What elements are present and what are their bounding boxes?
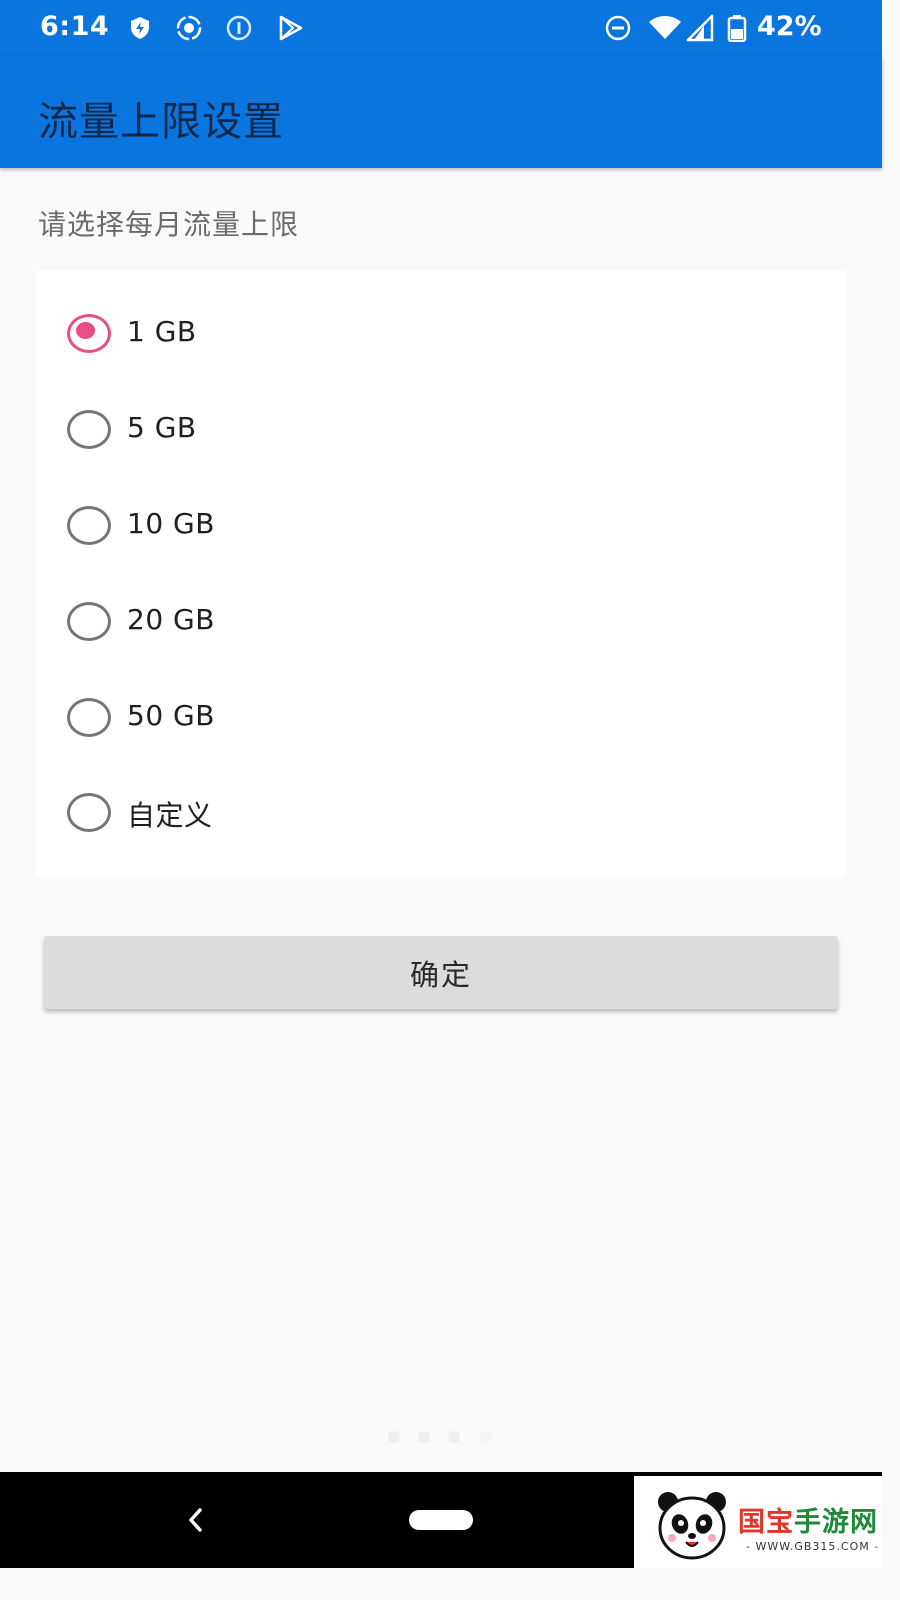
page-title: 流量上限设置 [38, 99, 284, 145]
signal-icon [686, 14, 714, 42]
option-label: 50 GB [127, 699, 215, 732]
radio-button[interactable] [67, 314, 112, 353]
do-not-disturb-icon [605, 15, 631, 41]
confirm-button[interactable]: 确定 [44, 936, 838, 1009]
screen-record-icon [176, 15, 202, 41]
watermark-name: 国宝手游网 [738, 1507, 878, 1538]
option-5gb[interactable]: 5 GB [36, 382, 846, 478]
option-list: 1 GB 5 GB 10 GB 20 GB 50 GB 自定义 [36, 270, 846, 877]
info-circle-icon [226, 15, 252, 41]
back-icon[interactable] [180, 1502, 212, 1538]
option-50gb[interactable]: 50 GB [36, 670, 846, 766]
option-1gb[interactable]: 1 GB [36, 286, 846, 382]
option-label: 20 GB [127, 603, 215, 636]
status-bar: 6:14 42% [0, 0, 882, 56]
radio-button[interactable] [67, 602, 112, 641]
play-store-icon [279, 15, 303, 41]
home-pill[interactable] [409, 1510, 473, 1530]
wifi-icon [649, 16, 681, 39]
watermark-url: - WWW.GB315.COM - [746, 1540, 880, 1553]
watermark-logo: 国宝手游网 - WWW.GB315.COM - [634, 1476, 882, 1568]
page-dot [448, 1431, 460, 1443]
option-label: 10 GB [127, 507, 215, 540]
status-time: 6:14 [40, 11, 110, 42]
battery-percent: 42% [757, 11, 822, 42]
page-dot [388, 1431, 400, 1443]
app-bar: 流量上限设置 [0, 56, 882, 168]
option-10gb[interactable]: 10 GB [36, 478, 846, 574]
option-label: 5 GB [127, 411, 197, 444]
shield-bolt-icon [131, 17, 149, 39]
page-indicator [388, 1431, 498, 1445]
confirm-label: 确定 [409, 957, 472, 992]
radio-button[interactable] [67, 698, 112, 737]
prompt-text: 请选择每月流量上限 [38, 208, 300, 241]
radio-button[interactable] [67, 793, 112, 832]
page-dot [418, 1431, 430, 1443]
option-label: 自定义 [127, 799, 213, 832]
option-20gb[interactable]: 20 GB [36, 574, 846, 670]
panda-logo-icon [658, 1492, 726, 1560]
option-label: 1 GB [127, 315, 197, 348]
option-custom[interactable]: 自定义 [36, 765, 846, 861]
battery-icon [727, 15, 747, 42]
radio-button[interactable] [67, 410, 112, 449]
radio-button[interactable] [67, 506, 112, 545]
page-dot [480, 1431, 492, 1443]
